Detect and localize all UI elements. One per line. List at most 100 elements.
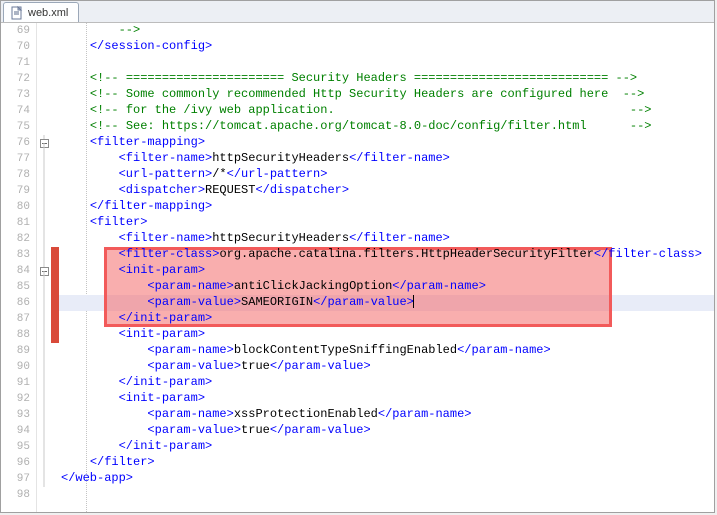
fold-cell[interactable] bbox=[37, 407, 51, 423]
fold-cell[interactable] bbox=[37, 87, 51, 103]
fold-cell[interactable] bbox=[37, 391, 51, 407]
change-marker bbox=[51, 343, 59, 359]
fold-cell[interactable] bbox=[37, 439, 51, 455]
fold-cell[interactable] bbox=[37, 423, 51, 439]
fold-cell[interactable] bbox=[37, 359, 51, 375]
code-line[interactable]: <filter-name>httpSecurityHeaders</filter… bbox=[59, 231, 714, 247]
line-number: 94 bbox=[1, 425, 36, 437]
code-line[interactable]: <filter-mapping> bbox=[59, 135, 714, 151]
fold-cell[interactable] bbox=[37, 279, 51, 295]
code-line[interactable]: </init-param> bbox=[59, 375, 714, 391]
line-number: 84 bbox=[1, 265, 36, 277]
fold-cell[interactable] bbox=[37, 471, 51, 487]
fold-cell[interactable] bbox=[37, 231, 51, 247]
line-number: 89 bbox=[1, 345, 36, 357]
line-number: 80 bbox=[1, 201, 36, 213]
change-marker bbox=[51, 311, 59, 327]
fold-cell[interactable] bbox=[37, 375, 51, 391]
line-number: 69 bbox=[1, 25, 36, 37]
code-line[interactable]: </filter> bbox=[59, 455, 714, 471]
fold-cell[interactable] bbox=[37, 39, 51, 55]
code-line[interactable]: --> bbox=[59, 23, 714, 39]
fold-cell[interactable] bbox=[37, 487, 51, 503]
fold-cell[interactable] bbox=[37, 103, 51, 119]
code-line[interactable]: <!-- See: https://tomcat.apache.org/tomc… bbox=[59, 119, 714, 135]
code-line[interactable]: <!-- Some commonly recommended Http Secu… bbox=[59, 87, 714, 103]
fold-cell[interactable] bbox=[37, 327, 51, 343]
file-icon bbox=[10, 6, 24, 20]
code-line[interactable]: <param-name>antiClickJackingOption</para… bbox=[59, 279, 714, 295]
code-line[interactable]: <param-name>blockContentTypeSniffingEnab… bbox=[59, 343, 714, 359]
code-line[interactable] bbox=[59, 55, 714, 71]
code-line[interactable]: <url-pattern>/*</url-pattern> bbox=[59, 167, 714, 183]
change-marker bbox=[51, 151, 59, 167]
change-marker bbox=[51, 423, 59, 439]
code-line[interactable] bbox=[59, 487, 714, 503]
change-marker bbox=[51, 199, 59, 215]
code-line[interactable]: </web-app> bbox=[59, 471, 714, 487]
text-caret bbox=[413, 295, 414, 308]
change-marker bbox=[51, 279, 59, 295]
code-line[interactable]: </filter-mapping> bbox=[59, 199, 714, 215]
line-number: 86 bbox=[1, 297, 36, 309]
change-marker bbox=[51, 23, 59, 39]
fold-cell[interactable] bbox=[37, 119, 51, 135]
fold-cell[interactable] bbox=[37, 199, 51, 215]
change-marker bbox=[51, 407, 59, 423]
fold-cell[interactable] bbox=[37, 295, 51, 311]
change-marker bbox=[51, 87, 59, 103]
fold-cell[interactable] bbox=[37, 71, 51, 87]
change-marker bbox=[51, 55, 59, 71]
code-line[interactable]: </session-config> bbox=[59, 39, 714, 55]
line-number: 91 bbox=[1, 377, 36, 389]
editor-frame: web.xml 69707172737475767778798081828384… bbox=[0, 0, 715, 513]
code-line[interactable]: <param-value>true</param-value> bbox=[59, 359, 714, 375]
change-marker bbox=[51, 71, 59, 87]
line-number: 97 bbox=[1, 473, 36, 485]
change-marker bbox=[51, 263, 59, 279]
line-number: 70 bbox=[1, 41, 36, 53]
code-content[interactable]: --> </session-config> <!-- =============… bbox=[59, 23, 714, 512]
line-number: 88 bbox=[1, 329, 36, 341]
fold-cell[interactable] bbox=[37, 455, 51, 471]
line-number: 95 bbox=[1, 441, 36, 453]
fold-cell[interactable] bbox=[37, 167, 51, 183]
fold-gutter[interactable] bbox=[37, 23, 51, 512]
change-marker bbox=[51, 39, 59, 55]
fold-cell[interactable] bbox=[37, 183, 51, 199]
code-line[interactable]: <param-value>SAMEORIGIN</param-value> bbox=[59, 295, 714, 311]
line-number: 72 bbox=[1, 73, 36, 85]
code-line[interactable]: <dispatcher>REQUEST</dispatcher> bbox=[59, 183, 714, 199]
fold-cell[interactable] bbox=[37, 343, 51, 359]
change-marker bbox=[51, 135, 59, 151]
fold-cell[interactable] bbox=[37, 135, 51, 151]
fold-cell[interactable] bbox=[37, 55, 51, 71]
code-line[interactable]: <param-value>true</param-value> bbox=[59, 423, 714, 439]
code-line[interactable]: <init-param> bbox=[59, 327, 714, 343]
code-line[interactable]: <!-- for the /ivy web application. --> bbox=[59, 103, 714, 119]
line-number: 82 bbox=[1, 233, 36, 245]
code-line[interactable]: </init-param> bbox=[59, 439, 714, 455]
tab-webxml[interactable]: web.xml bbox=[3, 2, 79, 22]
code-line[interactable]: <!-- ====================== Security Hea… bbox=[59, 71, 714, 87]
code-line[interactable]: <filter-class>org.apache.catalina.filter… bbox=[59, 247, 714, 263]
code-editor[interactable]: 6970717273747576777879808182838485868788… bbox=[1, 23, 714, 512]
change-marker bbox=[51, 247, 59, 263]
fold-cell[interactable] bbox=[37, 23, 51, 39]
code-line[interactable]: <param-name>xssProtectionEnabled</param-… bbox=[59, 407, 714, 423]
fold-cell[interactable] bbox=[37, 215, 51, 231]
change-gutter bbox=[51, 23, 59, 512]
code-line[interactable]: <filter> bbox=[59, 215, 714, 231]
code-line[interactable]: <init-param> bbox=[59, 391, 714, 407]
code-line[interactable]: <filter-name>httpSecurityHeaders</filter… bbox=[59, 151, 714, 167]
change-marker bbox=[51, 119, 59, 135]
line-number: 92 bbox=[1, 393, 36, 405]
change-marker bbox=[51, 359, 59, 375]
fold-cell[interactable] bbox=[37, 263, 51, 279]
fold-cell[interactable] bbox=[37, 247, 51, 263]
fold-cell[interactable] bbox=[37, 311, 51, 327]
change-marker bbox=[51, 183, 59, 199]
fold-cell[interactable] bbox=[37, 151, 51, 167]
change-marker bbox=[51, 471, 59, 487]
line-number: 73 bbox=[1, 89, 36, 101]
